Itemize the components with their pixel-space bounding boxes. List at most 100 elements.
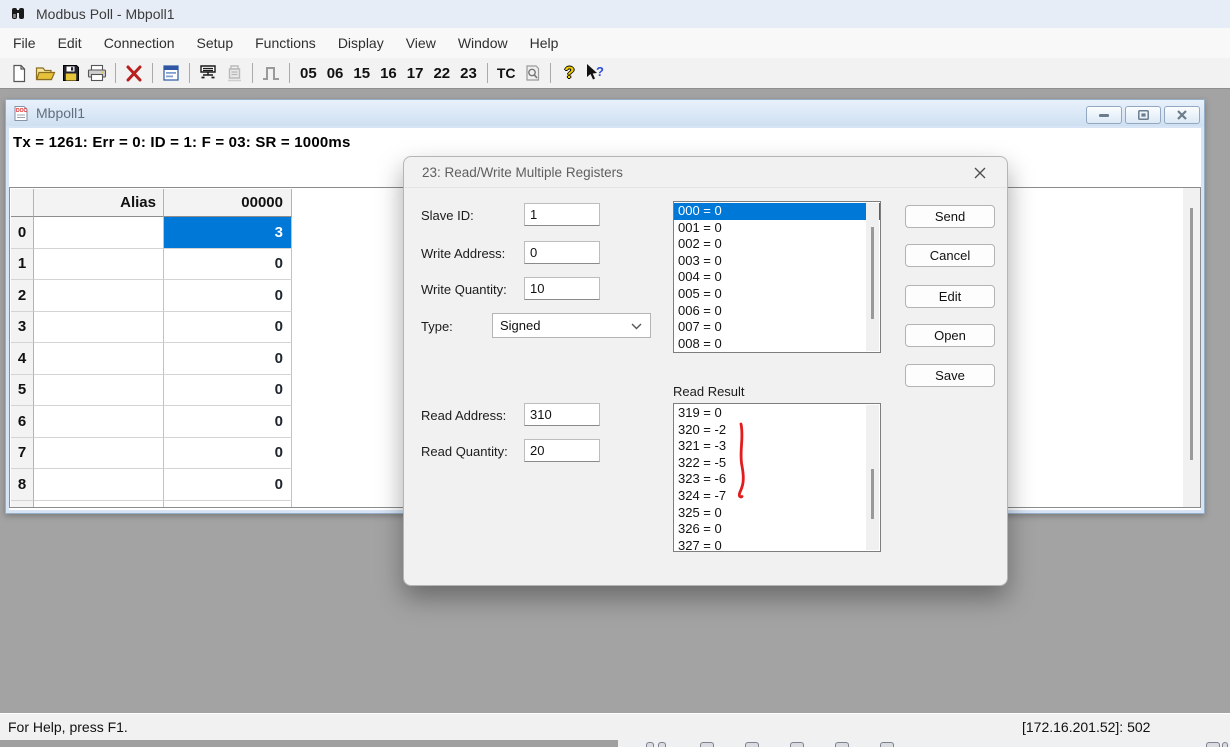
test-center-button[interactable]: TC [493,65,520,81]
list-item[interactable]: 319 = 0 [674,405,880,422]
function-06-button[interactable]: 06 [322,65,349,82]
alias-cell[interactable] [34,343,164,375]
list-item[interactable]: 326 = 0 [674,521,880,538]
value-cell[interactable]: 0 [164,343,292,375]
zoom-document-button[interactable] [519,61,545,85]
value-cell[interactable]: 0 [164,406,292,438]
save-button[interactable] [58,61,84,85]
menu-setup[interactable]: Setup [186,28,245,58]
alias-cell[interactable] [34,406,164,438]
print-button[interactable] [84,61,110,85]
new-file-button[interactable] [6,61,32,85]
list-item[interactable]: 324 = -7 [674,488,880,505]
list-item[interactable]: 001 = 0 [674,220,880,237]
write-address-input[interactable] [524,241,600,264]
list-item[interactable]: 008 = 0 [674,336,880,353]
value-cell[interactable]: 0 [164,438,292,470]
alias-header-cell[interactable]: Alias [34,189,164,217]
slave-id-input[interactable] [524,203,600,226]
list-item[interactable]: 002 = 0 [674,236,880,253]
row-header[interactable]: 0 [11,217,34,249]
edit-button[interactable]: Edit [905,285,995,308]
scrollbar-thumb[interactable] [871,227,874,319]
alias-cell[interactable] [34,375,164,407]
send-button[interactable]: Send [905,205,995,228]
menu-window[interactable]: Window [447,28,519,58]
write-quantity-input[interactable] [524,277,600,300]
value-cell[interactable]: 0 [164,280,292,312]
communication-button[interactable] [221,61,247,85]
function-22-button[interactable]: 22 [428,65,455,82]
close-button[interactable] [1164,106,1200,124]
value-cell[interactable]: 0 [164,249,292,281]
alias-cell[interactable] [34,280,164,312]
row-header[interactable]: 8 [11,469,34,501]
menu-functions[interactable]: Functions [244,28,327,58]
read-address-input[interactable] [524,403,600,426]
value-cell[interactable]: 0 [164,375,292,407]
about-help-button[interactable]: ? [556,61,582,85]
list-item[interactable]: 323 = -6 [674,471,880,488]
type-select[interactable]: Signed [492,313,651,338]
list-item-selected[interactable]: 000 = 0 [674,203,880,220]
alias-cell[interactable] [34,217,164,249]
menu-view[interactable]: View [395,28,447,58]
row-header[interactable]: 6 [11,406,34,438]
list-item[interactable]: 327 = 0 [674,538,880,552]
list-item[interactable]: 321 = -3 [674,438,880,455]
context-help-button[interactable]: ? [582,61,608,85]
scrollbar-thumb[interactable] [871,469,874,519]
minimize-button[interactable] [1086,106,1122,124]
save-button[interactable]: Save [905,364,995,387]
write-registers-list[interactable]: 000 = 0 001 = 0 002 = 0 003 = 0 004 = 0 … [673,201,881,353]
row-header[interactable]: 7 [11,438,34,470]
function-23-button[interactable]: 23 [455,65,482,82]
menu-display[interactable]: Display [327,28,395,58]
list-item[interactable]: 005 = 0 [674,286,880,303]
list-item[interactable]: 325 = 0 [674,505,880,522]
alias-cell[interactable] [34,469,164,501]
function-15-button[interactable]: 15 [348,65,375,82]
function-16-button[interactable]: 16 [375,65,402,82]
grid-vertical-scrollbar[interactable] [1183,188,1200,507]
delete-button[interactable] [121,61,147,85]
value-cell-selected[interactable]: 3 [164,217,292,249]
list-item[interactable]: 003 = 0 [674,253,880,270]
list-item[interactable]: 322 = -5 [674,455,880,472]
row-header[interactable]: 5 [11,375,34,407]
list-item[interactable]: 320 = -2 [674,422,880,439]
list-item[interactable]: 004 = 0 [674,269,880,286]
list-scrollbar[interactable] [866,203,879,351]
list-item[interactable]: 006 = 0 [674,303,880,320]
cancel-button[interactable]: Cancel [905,244,995,267]
menu-connection[interactable]: Connection [93,28,186,58]
menu-help[interactable]: Help [519,28,570,58]
address-header-cell[interactable]: 00000 [164,189,292,217]
mbpoll1-caption[interactable]: DOC Mbpoll1 [6,100,1204,126]
read-quantity-input[interactable] [524,439,600,462]
alias-cell[interactable] [34,312,164,344]
poll-definition-button[interactable] [195,61,221,85]
row-header[interactable]: 1 [11,249,34,281]
window-setup-button[interactable] [158,61,184,85]
restore-button[interactable] [1125,106,1161,124]
alias-cell[interactable] [34,249,164,281]
list-item[interactable]: 007 = 0 [674,319,880,336]
read-result-list[interactable]: 319 = 0 320 = -2 321 = -3 322 = -5 323 =… [673,403,881,552]
menu-edit[interactable]: Edit [47,28,93,58]
scrollbar-thumb[interactable] [1190,208,1193,460]
value-cell[interactable]: 0 [164,312,292,344]
dialog-titlebar[interactable]: 23: Read/Write Multiple Registers [404,157,1007,188]
open-file-button[interactable] [32,61,58,85]
open-button[interactable]: Open [905,324,995,347]
alias-cell[interactable] [34,438,164,470]
single-poll-button[interactable] [258,61,284,85]
row-header[interactable]: 3 [11,312,34,344]
list-scrollbar[interactable] [866,405,879,550]
function-05-button[interactable]: 05 [295,65,322,82]
function-17-button[interactable]: 17 [402,65,429,82]
value-cell[interactable]: 0 [164,469,292,501]
row-header[interactable]: 4 [11,343,34,375]
menu-file[interactable]: File [2,28,47,58]
row-header[interactable]: 2 [11,280,34,312]
